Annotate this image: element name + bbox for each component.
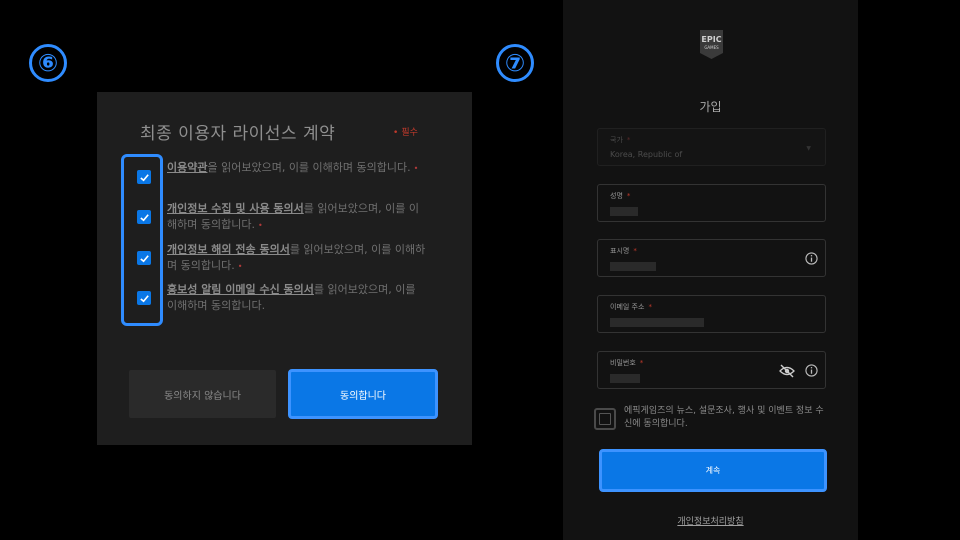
country-label: 국가 * bbox=[610, 136, 631, 144]
overseas-transfer-checkbox[interactable] bbox=[137, 251, 151, 265]
terms-agreement-text: 이용약관을 읽어보았으며, 이를 이해하며 동의합니다. • bbox=[167, 161, 419, 174]
email-redacted-value bbox=[610, 318, 704, 327]
privacy-policy-link[interactable]: 개인정보처리방침 bbox=[563, 514, 858, 527]
privacy-collection-link[interactable]: 개인정보 수집 및 사용 동의서 bbox=[167, 202, 304, 215]
marketing-email-link[interactable]: 홍보성 알림 이메일 수신 동의서 bbox=[167, 283, 314, 296]
display-name-redacted-value bbox=[610, 262, 656, 271]
terms-checkbox[interactable] bbox=[137, 170, 151, 184]
checkbox-checked-icon bbox=[139, 173, 149, 181]
overseas-transfer-agreement-text: 개인정보 해외 전송 동의서를 읽어보았으며, 이를 이해하며 동의합니다. • bbox=[167, 243, 426, 272]
privacy-collection-agreement-text: 개인정보 수집 및 사용 동의서를 읽어보았으며, 이를 이해하며 동의합니다.… bbox=[167, 202, 419, 231]
terms-link[interactable]: 이용약관 bbox=[167, 161, 207, 174]
name-label: 성명 * bbox=[610, 192, 631, 200]
name-field[interactable]: 성명 * bbox=[597, 184, 826, 222]
email-label: 이메일 주소 * bbox=[610, 303, 652, 311]
step-7-badge: ⑦ bbox=[496, 44, 534, 82]
news-consent-text: 에픽게임즈의 뉴스, 설문조사, 행사 및 이벤트 정보 수신에 동의합니다. bbox=[624, 406, 824, 429]
marketing-email-checkbox[interactable] bbox=[137, 291, 151, 305]
epic-games-logo: EPIC GAMES bbox=[700, 30, 723, 59]
checkbox-checked-icon bbox=[139, 254, 149, 262]
overseas-transfer-link[interactable]: 개인정보 해외 전송 동의서 bbox=[167, 243, 290, 256]
email-field[interactable]: 이메일 주소 * bbox=[597, 295, 826, 333]
password-field[interactable]: 비밀번호 * bbox=[597, 351, 826, 389]
svg-text:EPIC: EPIC bbox=[701, 35, 721, 44]
password-redacted-value bbox=[610, 374, 640, 383]
info-icon[interactable] bbox=[805, 364, 818, 377]
checkbox-checked-icon bbox=[139, 213, 149, 221]
info-icon[interactable] bbox=[805, 252, 818, 265]
checkbox-checked-icon bbox=[139, 294, 149, 302]
signup-panel: EPIC GAMES 가입 국가 * Korea, Republic of ▼ 성… bbox=[563, 0, 858, 540]
privacy-collection-checkbox[interactable] bbox=[137, 210, 151, 224]
signup-title: 가입 bbox=[699, 100, 722, 114]
accept-button[interactable]: 동의합니다 bbox=[288, 369, 438, 419]
eye-off-icon[interactable] bbox=[779, 364, 795, 378]
eula-dialog: 최종 이용자 라이선스 계약 • 필수 이용약관을 읽어보았으며, 이를 이해하며… bbox=[97, 92, 472, 445]
country-value: Korea, Republic of bbox=[610, 150, 683, 159]
display-name-label: 표시명 * bbox=[610, 247, 637, 255]
continue-button[interactable]: 계속 bbox=[599, 449, 827, 492]
chevron-down-icon: ▼ bbox=[806, 145, 811, 152]
display-name-field[interactable]: 표시명 * bbox=[597, 239, 826, 277]
password-label: 비밀번호 * bbox=[610, 359, 644, 367]
marketing-email-agreement-text: 홍보성 알림 이메일 수신 동의서를 읽어보았으며, 이를 이해하며 동의합니다… bbox=[167, 283, 416, 312]
news-consent-checkbox[interactable] bbox=[594, 408, 616, 430]
country-select[interactable]: 국가 * Korea, Republic of ▼ bbox=[597, 128, 826, 166]
name-redacted-value bbox=[610, 207, 638, 216]
checkbox-empty-icon bbox=[599, 413, 611, 425]
eula-title: 최종 이용자 라이선스 계약 bbox=[140, 124, 336, 144]
decline-button[interactable]: 동의하지 않습니다 bbox=[129, 370, 276, 418]
required-indicator: • 필수 bbox=[393, 128, 418, 138]
step-6-badge: ⑥ bbox=[29, 44, 67, 82]
svg-text:GAMES: GAMES bbox=[704, 45, 719, 50]
